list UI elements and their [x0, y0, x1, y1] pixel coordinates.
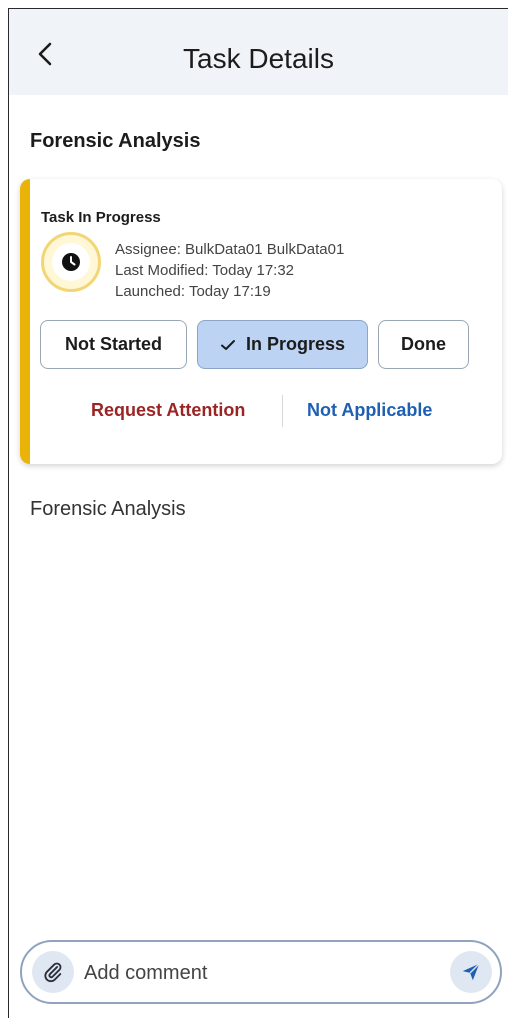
app-frame: Task Details Forensic Analysis Task In P… — [8, 8, 508, 1018]
not-applicable-link[interactable]: Not Applicable — [307, 400, 432, 421]
check-icon — [220, 339, 235, 350]
done-label: Done — [401, 334, 446, 354]
task-name-heading: Forensic Analysis — [30, 130, 201, 152]
last-modified-text: Last Modified: Today 17:32 — [115, 262, 295, 279]
task-status-card: Task In Progress Assignee: BulkData01 Bu… — [20, 179, 502, 464]
send-icon — [462, 963, 480, 981]
status-title: Task In Progress — [41, 209, 161, 226]
in-progress-button[interactable]: In Progress — [197, 320, 368, 369]
task-metadata: Assignee: BulkData01 BulkData01 Last Mod… — [115, 239, 344, 302]
send-button[interactable] — [450, 951, 492, 993]
status-accent-bar — [20, 179, 30, 464]
not-started-label: Not Started — [64, 334, 162, 354]
link-divider — [282, 395, 283, 427]
in-progress-label: In Progress — [245, 334, 346, 354]
attach-button[interactable] — [32, 951, 74, 993]
comment-input[interactable] — [84, 956, 444, 990]
request-attention-link[interactable]: Request Attention — [91, 400, 245, 421]
not-started-button[interactable]: Not Started — [40, 320, 187, 369]
done-button[interactable]: Done — [378, 320, 469, 369]
status-icon-badge — [41, 232, 101, 292]
top-app-bar: Task Details — [9, 9, 508, 95]
clock-icon — [62, 253, 80, 271]
assignee-text: Assignee: BulkData01 BulkData01 — [115, 241, 345, 258]
page-title: Task Details — [183, 43, 334, 74]
comment-bar — [20, 940, 502, 1004]
launched-text: Launched: Today 17:19 — [115, 283, 271, 300]
task-description: Forensic Analysis — [30, 498, 186, 520]
paperclip-icon — [44, 962, 62, 983]
